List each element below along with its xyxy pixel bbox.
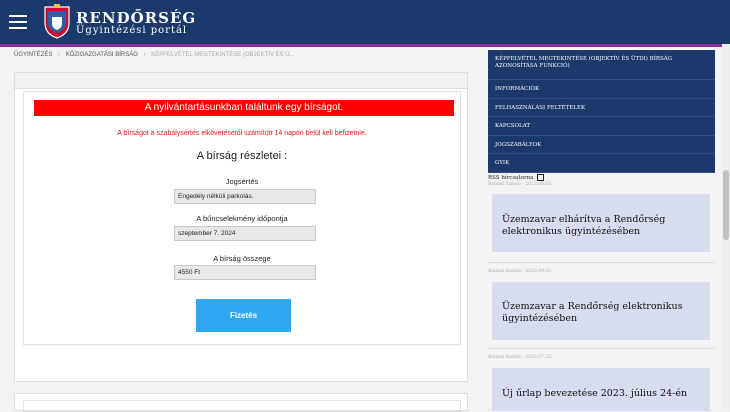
breadcrumb-item-current: KÉPFELVÉTEL MEGTEKINTÉSE (OBJEKTÍV ÉS Ü.…	[151, 52, 295, 58]
sidebar-menu: KÉPFELVÉTEL MEGTEKINTÉSE (OBJEKTÍV ÉS ÜT…	[488, 50, 715, 173]
payment-deadline-notice: A bírságot a szabálysértés elkövetésétől…	[117, 130, 367, 137]
news-meta: Roland Szántó - 2023.09.03.	[488, 269, 553, 274]
breadcrumb-separator: ›	[143, 52, 146, 58]
fine-amount-label: A bírság összege	[213, 254, 271, 263]
sidebar-item-informaciok[interactable]: INFORMÁCIÓK	[488, 80, 715, 99]
news-item[interactable]: Üzemzavar a Rendőrség elektronikus ügyin…	[492, 282, 710, 340]
rss-link[interactable]: RSS hírcsatorna	[488, 174, 545, 181]
breadcrumb-item-kozigazgatasi-birsag[interactable]: KÖZIGAZGATÁSI BÍRSÁG	[66, 52, 138, 58]
sidebar-item-felhasznalasi-feltetelek[interactable]: FELHASZNÁLÁSI FELTÉTELEK	[488, 99, 715, 117]
external-link-icon	[537, 174, 545, 181]
sidebar-item-gyik[interactable]: GYIK	[488, 154, 715, 173]
breadcrumb-item-ugyintezes[interactable]: ÜGYINTÉZÉS	[14, 52, 52, 58]
sidebar-item-kapcsolat[interactable]: KAPCSOLAT	[488, 117, 715, 136]
news-item[interactable]: Új űrlap bevezetése 2023. július 24-én	[492, 368, 710, 411]
panel-header	[15, 73, 467, 89]
secondary-panel	[14, 393, 468, 412]
secondary-card	[23, 400, 461, 412]
offense-date-label: A bűncselekmény időpontja	[196, 214, 288, 223]
police-crest-icon[interactable]	[43, 3, 71, 39]
sidebar-item-jogszabalyok[interactable]: JOGSZABÁLYOK	[488, 136, 715, 154]
main-panel: A nyilvántartásunkban találtunk egy bírs…	[14, 72, 468, 382]
sidebar: KÉPFELVÉTEL MEGTEKINTÉSE (OBJEKTÍV ÉS ÜT…	[488, 50, 715, 173]
news-divider	[488, 348, 715, 349]
violation-label: Jogsértés	[225, 177, 259, 186]
page-scrollbar[interactable]	[722, 44, 730, 411]
fine-amount-field[interactable]: 4550 Ft	[174, 265, 316, 280]
news-meta: Roland Szántó - 2023.09.03.	[488, 182, 553, 187]
fine-found-alert: A nyilvántartásunkban találtunk egy bírs…	[34, 100, 454, 116]
site-header: RENDŐRSÉG Ügyintézési portál	[0, 0, 730, 44]
news-item[interactable]: Üzemzavar elhárítva a Rendőrség elektron…	[492, 194, 710, 252]
rss-label: RSS hírcsatorna	[488, 175, 534, 181]
news-divider	[488, 262, 715, 263]
header-accent-line	[0, 44, 730, 47]
fine-details-card: A nyilvántartásunkban találtunk egy bírs…	[23, 91, 461, 345]
pay-button[interactable]: Fizetés	[196, 299, 291, 332]
sidebar-item-kepfelvetel[interactable]: KÉPFELVÉTEL MEGTEKINTÉSE (OBJEKTÍV ÉS ÜT…	[488, 50, 715, 80]
violation-field[interactable]: Engedély nélküli parkolás.	[174, 189, 316, 204]
news-meta: Roland Szántó - 2023.07.23.	[488, 355, 553, 360]
site-subtitle: Ügyintézési portál	[76, 25, 188, 36]
offense-date-field[interactable]: szeptember 7. 2024	[174, 226, 316, 241]
breadcrumb: ÜGYINTÉZÉS › KÖZIGAZGATÁSI BÍRSÁG › KÉPF…	[14, 52, 299, 58]
hamburger-icon[interactable]	[0, 0, 36, 44]
breadcrumb-separator: ›	[58, 52, 61, 58]
details-title: A bírság részletei :	[196, 150, 288, 162]
scrollbar-thumb[interactable]	[723, 170, 729, 240]
